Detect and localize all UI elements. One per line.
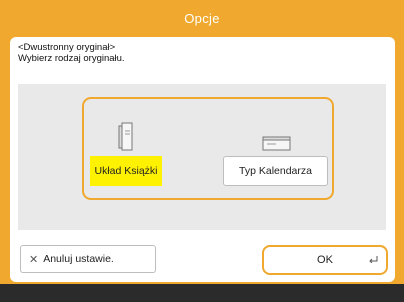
book-layout-button[interactable]: Układ Książki [90,156,162,186]
window-title: Opcje [184,10,220,26]
message-line-1: <Dwustronny oryginał> [18,42,116,53]
ok-button[interactable]: OK [262,245,388,275]
calendar-layout-icon [260,110,292,152]
ok-label: OK [317,254,333,266]
cancel-settings-button[interactable]: ✕ Anuluj ustawie. [20,245,156,273]
close-icon: ✕ [29,253,39,266]
cancel-label: Anuluj ustawie. [43,253,114,265]
calendar-layout-button[interactable]: Typ Kalendarza [223,156,328,186]
option-calendar-layout[interactable]: Typ Kalendarza [223,110,328,186]
message-line-2: Wybierz rodzaj oryginału. [18,53,125,64]
instruction-message: <Dwustronny oryginał> Wybierz rodzaj ory… [18,42,125,64]
enter-icon [369,254,378,266]
option-book-layout[interactable]: Układ Książki [90,110,162,186]
status-bar [0,284,404,302]
book-layout-icon [117,110,135,152]
options-screen: Opcje <Dwustronny oryginał> Wybierz rodz… [0,0,404,302]
